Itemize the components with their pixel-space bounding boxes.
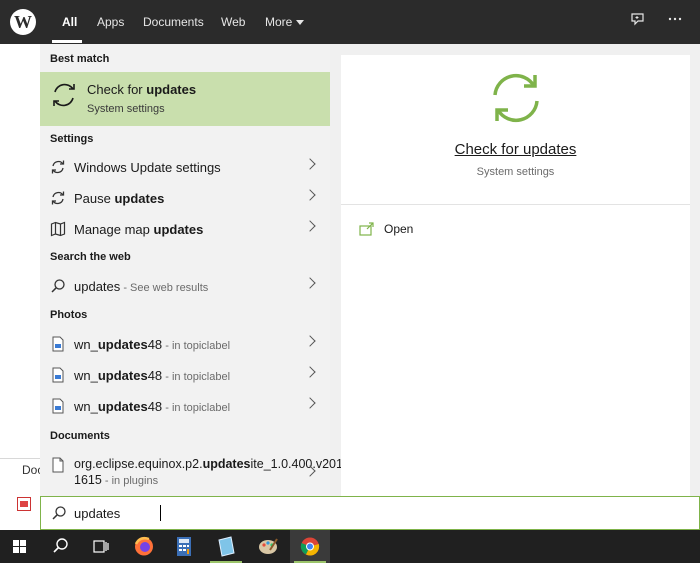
calculator-icon[interactable]	[164, 530, 204, 563]
list-item-label: Manage map updates	[74, 222, 204, 237]
section-heading-settings: Settings	[50, 133, 94, 145]
chevron-right-icon[interactable]	[304, 366, 316, 378]
tab-all[interactable]: All	[62, 0, 77, 44]
search-box[interactable]	[40, 496, 700, 530]
list-item[interactable]: wn_updates48 - in topiclabel	[40, 360, 330, 390]
task-view-icon[interactable]	[80, 530, 120, 563]
refresh-icon	[487, 69, 545, 130]
document-icon	[50, 457, 66, 473]
search-icon[interactable]	[40, 530, 80, 563]
preview-subtitle: System settings	[476, 166, 555, 178]
search-panel: All Apps Documents Web More Best match C…	[40, 0, 700, 530]
section-heading-photos: Photos	[50, 309, 88, 321]
open-label: Open	[384, 222, 414, 236]
open-icon	[359, 222, 375, 239]
tab-web[interactable]: Web	[221, 0, 245, 44]
feedback-icon[interactable]	[630, 12, 646, 31]
preview-title[interactable]: Check for updates	[341, 141, 690, 158]
taskbar	[0, 530, 700, 563]
list-item[interactable]: updates - See web results	[40, 271, 330, 301]
chevron-right-icon[interactable]	[304, 335, 316, 347]
text-cursor	[160, 505, 161, 521]
chrome-icon[interactable]	[290, 530, 330, 563]
best-match-result[interactable]: Check for updates System settings	[40, 72, 330, 126]
wordpress-logo-icon[interactable]: W	[10, 9, 36, 35]
more-options-icon[interactable]	[668, 10, 682, 29]
tab-more[interactable]: More	[265, 0, 305, 44]
windows-start-icon[interactable]	[0, 530, 40, 563]
paint-icon[interactable]	[248, 530, 288, 563]
notepad-icon[interactable]	[206, 530, 246, 563]
search-icon	[51, 505, 67, 524]
image-file-icon	[50, 336, 66, 352]
tab-apps[interactable]: Apps	[97, 0, 124, 44]
list-item[interactable]: wn_updates48 - in topiclabel	[40, 329, 330, 359]
search-icon	[50, 278, 66, 294]
chevron-right-icon[interactable]	[304, 277, 316, 289]
search-tabs-bar: All Apps Documents Web More	[40, 0, 700, 44]
list-item[interactable]: Windows Update settings	[40, 152, 330, 182]
list-item-label: org.eclipse.equinox.p2.updatesite_1.0.40…	[74, 457, 382, 487]
chevron-right-icon[interactable]	[304, 189, 316, 201]
list-item[interactable]: org.eclipse.equinox.p2.updatesite_1.0.40…	[40, 454, 382, 496]
section-heading-web: Search the web	[50, 251, 131, 263]
chevron-right-icon[interactable]	[304, 220, 316, 232]
section-heading-documents: Documents	[50, 430, 110, 442]
refresh-icon	[50, 190, 66, 206]
best-match-title: Check for updates	[87, 82, 197, 97]
image-file-icon	[50, 398, 66, 414]
pdf-icon[interactable]	[17, 497, 31, 511]
section-heading-best-match: Best match	[50, 53, 110, 65]
list-item-label: Windows Update settings	[74, 160, 221, 175]
refresh-icon	[50, 159, 66, 175]
divider	[0, 458, 42, 459]
search-input[interactable]	[74, 503, 674, 523]
chevron-right-icon[interactable]	[304, 158, 316, 170]
background-app: W Doc	[0, 0, 43, 530]
list-item-label: wn_updates48 - in topiclabel	[74, 399, 231, 414]
list-item-label: Pause updates	[74, 191, 165, 206]
list-item-label: wn_updates48 - in topiclabel	[74, 368, 231, 383]
chevron-down-icon	[296, 20, 305, 26]
best-match-subtitle: System settings	[87, 103, 165, 115]
tab-documents[interactable]: Documents	[143, 0, 204, 44]
results-list: Best match Check for updates System sett…	[40, 44, 382, 496]
wordpress-header: W	[0, 0, 42, 44]
list-item-label: wn_updates48 - in topiclabel	[74, 337, 231, 352]
list-item[interactable]: Pause updates	[40, 183, 330, 213]
preview-pane: Check for updates System settings Open	[341, 55, 690, 496]
preview-header: Check for updates System settings	[341, 55, 690, 205]
image-file-icon	[50, 367, 66, 383]
refresh-icon	[50, 80, 78, 113]
open-action[interactable]: Open	[359, 220, 559, 240]
map-icon	[50, 221, 66, 237]
chevron-right-icon[interactable]	[304, 397, 316, 409]
firefox-icon[interactable]	[124, 530, 164, 563]
list-item[interactable]: wn_updates48 - in topiclabel	[40, 391, 330, 421]
list-item-label: updates - See web results	[74, 279, 209, 294]
tab-active-indicator	[52, 40, 82, 43]
list-item[interactable]: Manage map updates	[40, 214, 330, 244]
